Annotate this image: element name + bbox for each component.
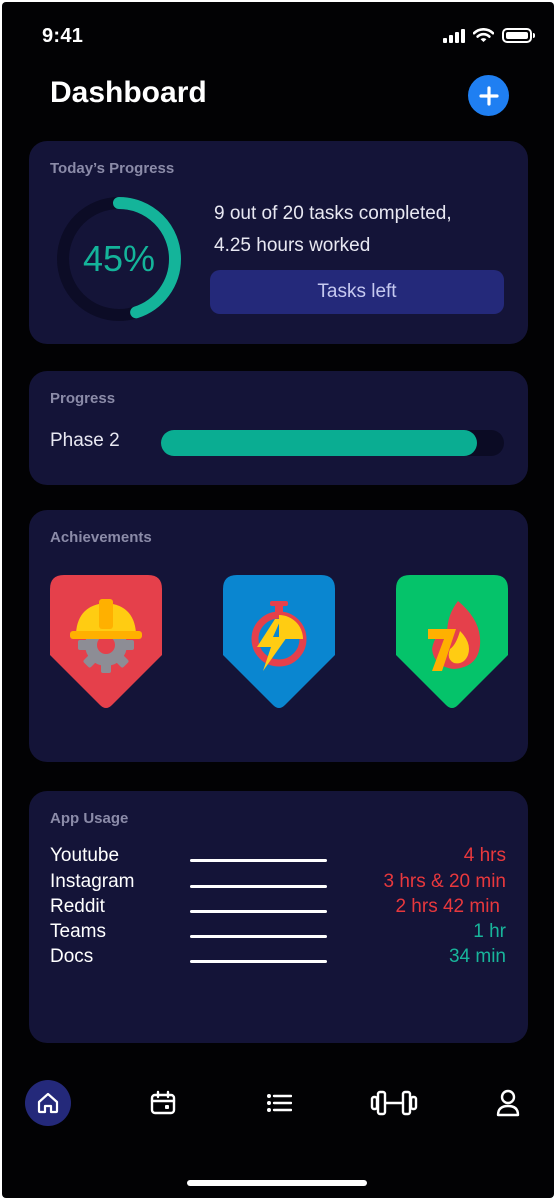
add-button[interactable] [468,75,509,116]
app-usage-card: App Usage Youtube 4 hrs Instagram 3 hrs … [29,791,528,1043]
usage-app-name: Reddit [50,896,105,917]
nav-workout[interactable] [368,1080,420,1126]
home-icon [37,1092,59,1114]
usage-row: Reddit 2 hrs 42 min [29,896,528,921]
calendar-icon [150,1090,176,1115]
usage-app-name: Youtube [50,845,120,866]
usage-app-name: Teams [50,921,106,942]
dumbbell-icon [370,1090,418,1116]
usage-value: 2 hrs 42 min [395,896,500,917]
home-indicator[interactable] [187,1180,367,1186]
progress-summary-line1: 9 out of 20 tasks completed, [214,203,452,224]
phase-progress-track [161,430,504,456]
usage-line [190,910,327,913]
usage-value: 34 min [448,946,506,967]
usage-line [190,859,327,862]
achievements-card: Achievements [29,510,528,762]
usage-value: 4 hrs [463,845,506,866]
phase-progress-card: Progress Phase 2 [29,371,528,485]
usage-row: Docs 34 min [29,946,528,971]
tasks-left-button[interactable]: Tasks left [210,270,504,314]
card-title: App Usage [50,810,129,827]
card-title: Achievements [50,529,152,546]
page-title: Dashboard [50,76,207,109]
progress-percent: 45% [82,238,156,279]
profile-icon [496,1089,520,1117]
usage-app-name: Docs [50,946,94,967]
status-time: 9:41 [42,25,84,47]
usage-value: 3 hrs & 20 min [383,871,507,892]
usage-line [190,960,327,963]
nav-home[interactable] [25,1080,71,1126]
usage-row: Teams 1 hr [29,921,528,946]
usage-line [190,935,327,938]
signal-icon [443,28,465,43]
speed-badge-icon[interactable] [223,575,335,711]
nav-list[interactable] [256,1080,302,1126]
card-title: Today’s Progress [50,160,175,177]
phase-progress-fill [161,430,477,456]
usage-line [190,885,327,888]
streak-badge-icon[interactable] [396,575,508,711]
phone-screen: 9:41 Dashboard Today’s Progress 45% 9 ou… [2,2,554,1198]
nav-profile[interactable] [485,1080,531,1126]
list-icon [267,1094,292,1112]
plus-icon [478,85,499,106]
nav-calendar[interactable] [140,1080,186,1126]
progress-summary-line2: 4.25 hours worked [214,235,371,256]
usage-value: 1 hr [473,921,506,942]
todays-progress-card: Today’s Progress 45% 9 out of 20 tasks c… [29,141,528,344]
progress-summary: 9 out of 20 tasks completed, 4.25 hours … [214,198,452,262]
wifi-icon [473,28,494,42]
phase-label: Phase 2 [50,430,120,451]
usage-row: Instagram 3 hrs & 20 min [29,871,528,896]
status-icons [443,28,535,43]
usage-row: Youtube 4 hrs [29,845,528,870]
card-title: Progress [50,390,116,407]
usage-app-name: Instagram [50,871,135,892]
battery-icon [502,28,535,43]
builder-badge-icon[interactable] [50,575,162,711]
